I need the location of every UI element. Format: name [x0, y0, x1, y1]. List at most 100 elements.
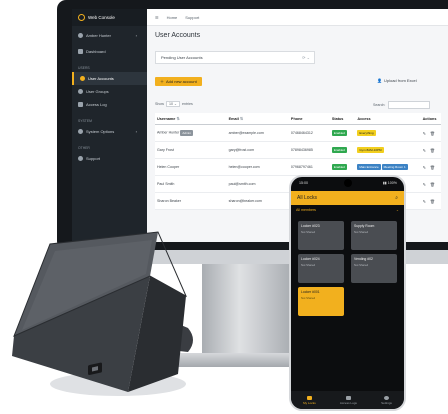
username: Paul Smith — [157, 182, 175, 186]
sort-icon: ⇅ — [239, 117, 244, 121]
page-title: User Accounts — [155, 32, 201, 39]
phone-app-bar: All Locks ⌕ — [291, 191, 404, 205]
column-header-email[interactable]: Email ⇅ — [226, 113, 289, 125]
trash-icon[interactable]: 🗑 — [430, 148, 435, 153]
lock-card[interactable]: Locker #024 Not Shared — [298, 254, 344, 283]
sidebar-item-label: Support — [86, 156, 101, 161]
table-row[interactable]: Amber Hunter Admin amber@example.com 07468… — [155, 124, 441, 142]
monitor-stand-neck — [202, 264, 296, 360]
header-label: Status — [331, 116, 344, 121]
cell-phone: 07468464312 — [288, 124, 330, 142]
status-badge: Enabled — [331, 164, 347, 170]
sidebar-item-user-groups[interactable]: User Groups — [72, 85, 147, 98]
lock-card-open[interactable]: Locker #001 Not Shared — [298, 287, 344, 316]
add-account-button[interactable]: ＋ Add new account — [155, 77, 202, 86]
members-filter[interactable]: All members ⌄ — [296, 208, 399, 212]
cell-username: Sharon Beaker — [155, 192, 227, 210]
column-header-actions: Actions — [420, 113, 441, 125]
sidebar-user-name: Amber Hunter — [86, 33, 111, 38]
edit-icon[interactable]: ✎ — [423, 148, 426, 153]
search-icon[interactable]: ⌕ — [395, 195, 398, 201]
header-label: Actions — [422, 116, 437, 121]
lock-card[interactable]: Supply Room Not Shared — [351, 221, 397, 250]
nav-my-locks[interactable]: My Locks — [303, 395, 316, 405]
menu-icon[interactable]: ☰ — [155, 15, 159, 20]
sidebar-item-support[interactable]: Support — [72, 152, 147, 165]
logo-icon — [78, 14, 85, 21]
phone: 15:00 ▮▮ 100% All Locks ⌕ All members ⌄ … — [289, 175, 406, 411]
sidebar-item-dashboard[interactable]: Dashboard — [72, 45, 147, 58]
header-label: Phone — [290, 116, 303, 121]
show-label: Show — [155, 102, 164, 106]
sidebar-section-system: SYSTEM — [78, 119, 92, 123]
upload-excel-link[interactable]: 👤 Upload from Excel — [377, 78, 417, 83]
trash-icon[interactable]: 🗑 — [430, 199, 435, 204]
column-header-status[interactable]: Status — [329, 113, 356, 125]
topbar-home-link[interactable]: Home — [167, 15, 178, 20]
trash-icon[interactable]: 🗑 — [430, 182, 435, 187]
edit-icon[interactable]: ✎ — [423, 165, 426, 170]
lock-sub: Not Shared — [301, 263, 316, 267]
sidebar-user[interactable]: Amber Hunter › — [72, 26, 147, 45]
table-row[interactable]: Helen Cooper helen@cooper.com 07968797461 E… — [155, 158, 441, 176]
nav-access-logs[interactable]: Access Logs — [340, 395, 357, 405]
cell-status: Enabled — [329, 158, 356, 176]
brand-label: Web Console — [88, 15, 115, 20]
cell-username: Amber Hunter Admin — [155, 124, 227, 142]
cell-actions: ✎ 🗑 — [420, 141, 441, 159]
role-badge: Admin — [180, 130, 193, 136]
phone-status-bar: 15:00 ▮▮ 100% — [299, 181, 397, 185]
cell-email: helen@cooper.com — [226, 158, 289, 176]
username: Gary Frost — [157, 148, 174, 152]
edit-icon[interactable]: ✎ — [423, 182, 426, 187]
cell-actions: ✎ 🗑 — [420, 124, 441, 142]
trash-icon[interactable]: 🗑 — [430, 131, 435, 136]
access-badge: Main Entrance — [357, 164, 381, 170]
cell-actions: ✎ 🗑 — [420, 192, 441, 210]
cell-email: paul@smith.com — [226, 175, 289, 193]
brand[interactable]: Web Console — [72, 9, 147, 26]
upload-excel-label: Upload from Excel — [383, 78, 417, 83]
signal-icon: ▮▮ — [382, 181, 387, 185]
lock-card[interactable]: Locker #023 Not Shared — [298, 221, 344, 250]
nav-label: Settings — [381, 400, 392, 405]
search-input[interactable] — [388, 101, 431, 109]
column-header-access[interactable]: Access — [355, 113, 421, 125]
column-header-phone[interactable]: Phone — [288, 113, 330, 125]
nav-label: My Locks — [303, 400, 316, 405]
edit-icon[interactable]: ✎ — [423, 131, 426, 136]
pending-accounts-panel[interactable]: Pending User Accounts ⟳ ⌄ — [155, 51, 315, 64]
dashboard-icon — [78, 49, 83, 54]
collapse-icon[interactable]: ⟳ ⌄ — [302, 55, 310, 60]
sidebar-item-user-accounts[interactable]: User Accounts — [72, 72, 147, 85]
lock-sub: Not Shared — [301, 296, 316, 300]
lock-name: Vending #02 — [354, 257, 373, 261]
topbar-support-link[interactable]: Support — [185, 15, 199, 20]
table-search: Search: — [373, 101, 431, 109]
column-header-username[interactable]: Username ⇅ — [155, 113, 227, 125]
edit-icon[interactable]: ✎ — [423, 199, 426, 204]
groups-icon — [78, 89, 83, 94]
sidebar-item-label: User Accounts — [88, 76, 114, 81]
lock-name: Locker #023 — [301, 224, 320, 228]
lock-card[interactable]: Vending #02 Not Shared — [351, 254, 397, 283]
status-time: 15:00 — [299, 181, 308, 185]
sidebar-section-other: OTHER — [78, 146, 90, 150]
sort-icon: ⇅ — [176, 117, 180, 121]
show-entries: Show 10 ⌄ entries — [155, 101, 193, 107]
table-row[interactable]: Gary Frost gary@frost.com 07898436985 Enabl… — [155, 141, 441, 159]
sidebar-item-access-log[interactable]: Access Log — [72, 98, 147, 111]
cell-username: Helen Cooper — [155, 158, 227, 176]
gear-icon — [384, 395, 389, 400]
user-upload-icon: 👤 — [377, 78, 382, 83]
cell-status: Enabled — [329, 124, 356, 142]
sidebar-item-system-options[interactable]: System Options › — [72, 125, 147, 138]
username: Helen Cooper — [157, 165, 180, 169]
access-badge: Meeting Room 1 — [381, 164, 408, 170]
trash-icon[interactable]: 🗑 — [430, 165, 435, 170]
header-label: Access — [357, 116, 371, 121]
members-filter-label: All members — [296, 208, 316, 212]
users-icon — [80, 76, 85, 81]
nav-settings[interactable]: Settings — [381, 395, 392, 405]
entries-select[interactable]: 10 ⌄ — [166, 101, 181, 107]
